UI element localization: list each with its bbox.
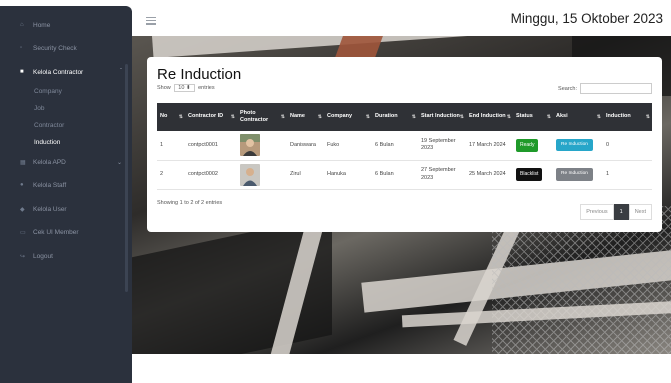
- sidebar-item-label: Home: [33, 21, 51, 29]
- entries-length-control: Show 10 ⬍ entries: [157, 84, 215, 92]
- status-badge: Blacklist: [516, 168, 543, 181]
- grid-icon: ▦: [20, 159, 26, 166]
- chevron-down-icon: ⌄: [116, 159, 122, 166]
- table-row: 2 contpct0002 Zirul Hanuka 6 Bulan 27 Se…: [157, 160, 652, 189]
- table-header-row: No ⇅ Contractor ID ⇅ Photo Contractor ⇅ Nam…: [157, 103, 652, 131]
- sort-icon: ⇅: [280, 113, 285, 120]
- sidebar-subitem-contractor[interactable]: Contractor: [34, 122, 64, 129]
- chevron-down-icon: ⬍: [185, 85, 191, 91]
- sidebar-item-logout[interactable]: ↪ Logout: [0, 247, 132, 265]
- re-induction-table: No ⇅ Contractor ID ⇅ Photo Contractor ⇅ Nam…: [157, 103, 652, 190]
- sidebar-subitem-induction[interactable]: Induction: [34, 139, 60, 146]
- contractor-photo: [240, 163, 260, 186]
- sort-icon: ⇅: [230, 113, 235, 120]
- re-induction-card: Re Induction Show 10 ⬍ entries Search: N…: [147, 57, 662, 232]
- sidebar: ⌂ Home ▫ Security Check ■ Kelola Contractor…: [0, 6, 132, 383]
- column-header-start-induction[interactable]: Start Induction ⇅: [418, 103, 466, 131]
- column-header-end-induction[interactable]: End Induction ⇅: [466, 103, 513, 131]
- shield-icon: ▫: [20, 45, 23, 51]
- search-label: Search:: [558, 85, 577, 92]
- sort-icon: ⇅: [546, 113, 551, 120]
- current-date: Minggu, 15 Oktober 2023: [510, 11, 663, 26]
- sort-icon: ⇅: [365, 113, 370, 120]
- sort-icon: ⇅: [411, 113, 416, 120]
- sort-icon: ⇅: [645, 113, 650, 120]
- contractor-photo: [240, 134, 260, 157]
- status-badge: Ready: [516, 139, 539, 152]
- users-icon: ◆: [20, 206, 25, 213]
- sidebar-item-label: Kelola Staff: [33, 181, 67, 189]
- column-header-duration[interactable]: Duration ⇅: [372, 103, 418, 131]
- pagination: Previous 1 Next: [580, 204, 652, 220]
- page-title: Re Induction: [157, 66, 242, 83]
- sidebar-item-cek-ui-member[interactable]: ▭ Cek UI Member: [0, 223, 132, 241]
- sidebar-item-kelola-staff[interactable]: ● Kelola Staff: [0, 176, 132, 194]
- sidebar-item-security-check[interactable]: ▫ Security Check: [0, 39, 132, 57]
- column-header-no[interactable]: No ⇅: [157, 103, 185, 131]
- sidebar-item-label: Logout: [33, 252, 53, 260]
- table-info: Showing 1 to 2 of 2 entries: [157, 200, 223, 206]
- sidebar-subitem-job[interactable]: Job: [34, 105, 44, 112]
- column-header-photo[interactable]: Photo Contractor ⇅: [237, 103, 287, 131]
- search-control: Search:: [558, 83, 652, 94]
- sidebar-item-kelola-apd[interactable]: ▦ Kelola APD ⌄: [0, 153, 132, 171]
- entries-select[interactable]: 10 ⬍: [174, 84, 195, 92]
- chevron-up-icon: ˆ: [120, 69, 122, 75]
- column-header-aksi[interactable]: Aksi ⇅: [553, 103, 603, 131]
- sort-icon: ⇅: [596, 113, 601, 120]
- column-header-contractor-id[interactable]: Contractor ID ⇅: [185, 103, 237, 131]
- sort-icon: ⇅: [317, 113, 322, 120]
- re-induction-button[interactable]: Re Induction: [556, 168, 593, 181]
- top-bar: Minggu, 15 Oktober 2023: [132, 6, 671, 36]
- column-header-company[interactable]: Company ⇅: [324, 103, 372, 131]
- sidebar-item-kelola-user[interactable]: ◆ Kelola User: [0, 200, 132, 218]
- sidebar-scrollbar[interactable]: [125, 64, 128, 292]
- sort-icon: ⇅: [459, 113, 464, 120]
- next-button[interactable]: Next: [628, 204, 652, 220]
- monitor-icon: ▭: [20, 229, 26, 236]
- sort-icon: ⇅: [178, 113, 183, 120]
- sidebar-item-label: Kelola Contractor: [33, 68, 84, 76]
- re-induction-button[interactable]: Re Induction: [556, 139, 593, 152]
- sidebar-item-label: Kelola User: [33, 205, 67, 213]
- user-icon: ●: [20, 182, 24, 188]
- column-header-induction[interactable]: Induction ⇅: [603, 103, 652, 131]
- logout-icon: ↪: [20, 253, 26, 260]
- sidebar-item-label: Security Check: [33, 44, 77, 52]
- sort-icon: ⇅: [506, 113, 511, 120]
- search-input[interactable]: [580, 83, 652, 94]
- menu-icon[interactable]: [146, 17, 156, 25]
- table-row: 1 contpct0001 Daniswara Fuko 6 Bulan 19 …: [157, 131, 652, 160]
- sidebar-item-home[interactable]: ⌂ Home: [0, 16, 132, 34]
- previous-button[interactable]: Previous: [580, 204, 614, 220]
- sidebar-subitem-company[interactable]: Company: [34, 88, 62, 95]
- sidebar-item-kelola-contractor[interactable]: ■ Kelola Contractor ˆ: [0, 63, 132, 81]
- home-icon: ⌂: [20, 22, 24, 28]
- sidebar-item-label: Kelola APD: [33, 158, 66, 166]
- column-header-name[interactable]: Name ⇅: [287, 103, 324, 131]
- column-header-status[interactable]: Status ⇅: [513, 103, 553, 131]
- folder-icon: ■: [20, 69, 24, 75]
- sidebar-item-label: Cek UI Member: [33, 228, 79, 236]
- page-button-1[interactable]: 1: [613, 204, 629, 220]
